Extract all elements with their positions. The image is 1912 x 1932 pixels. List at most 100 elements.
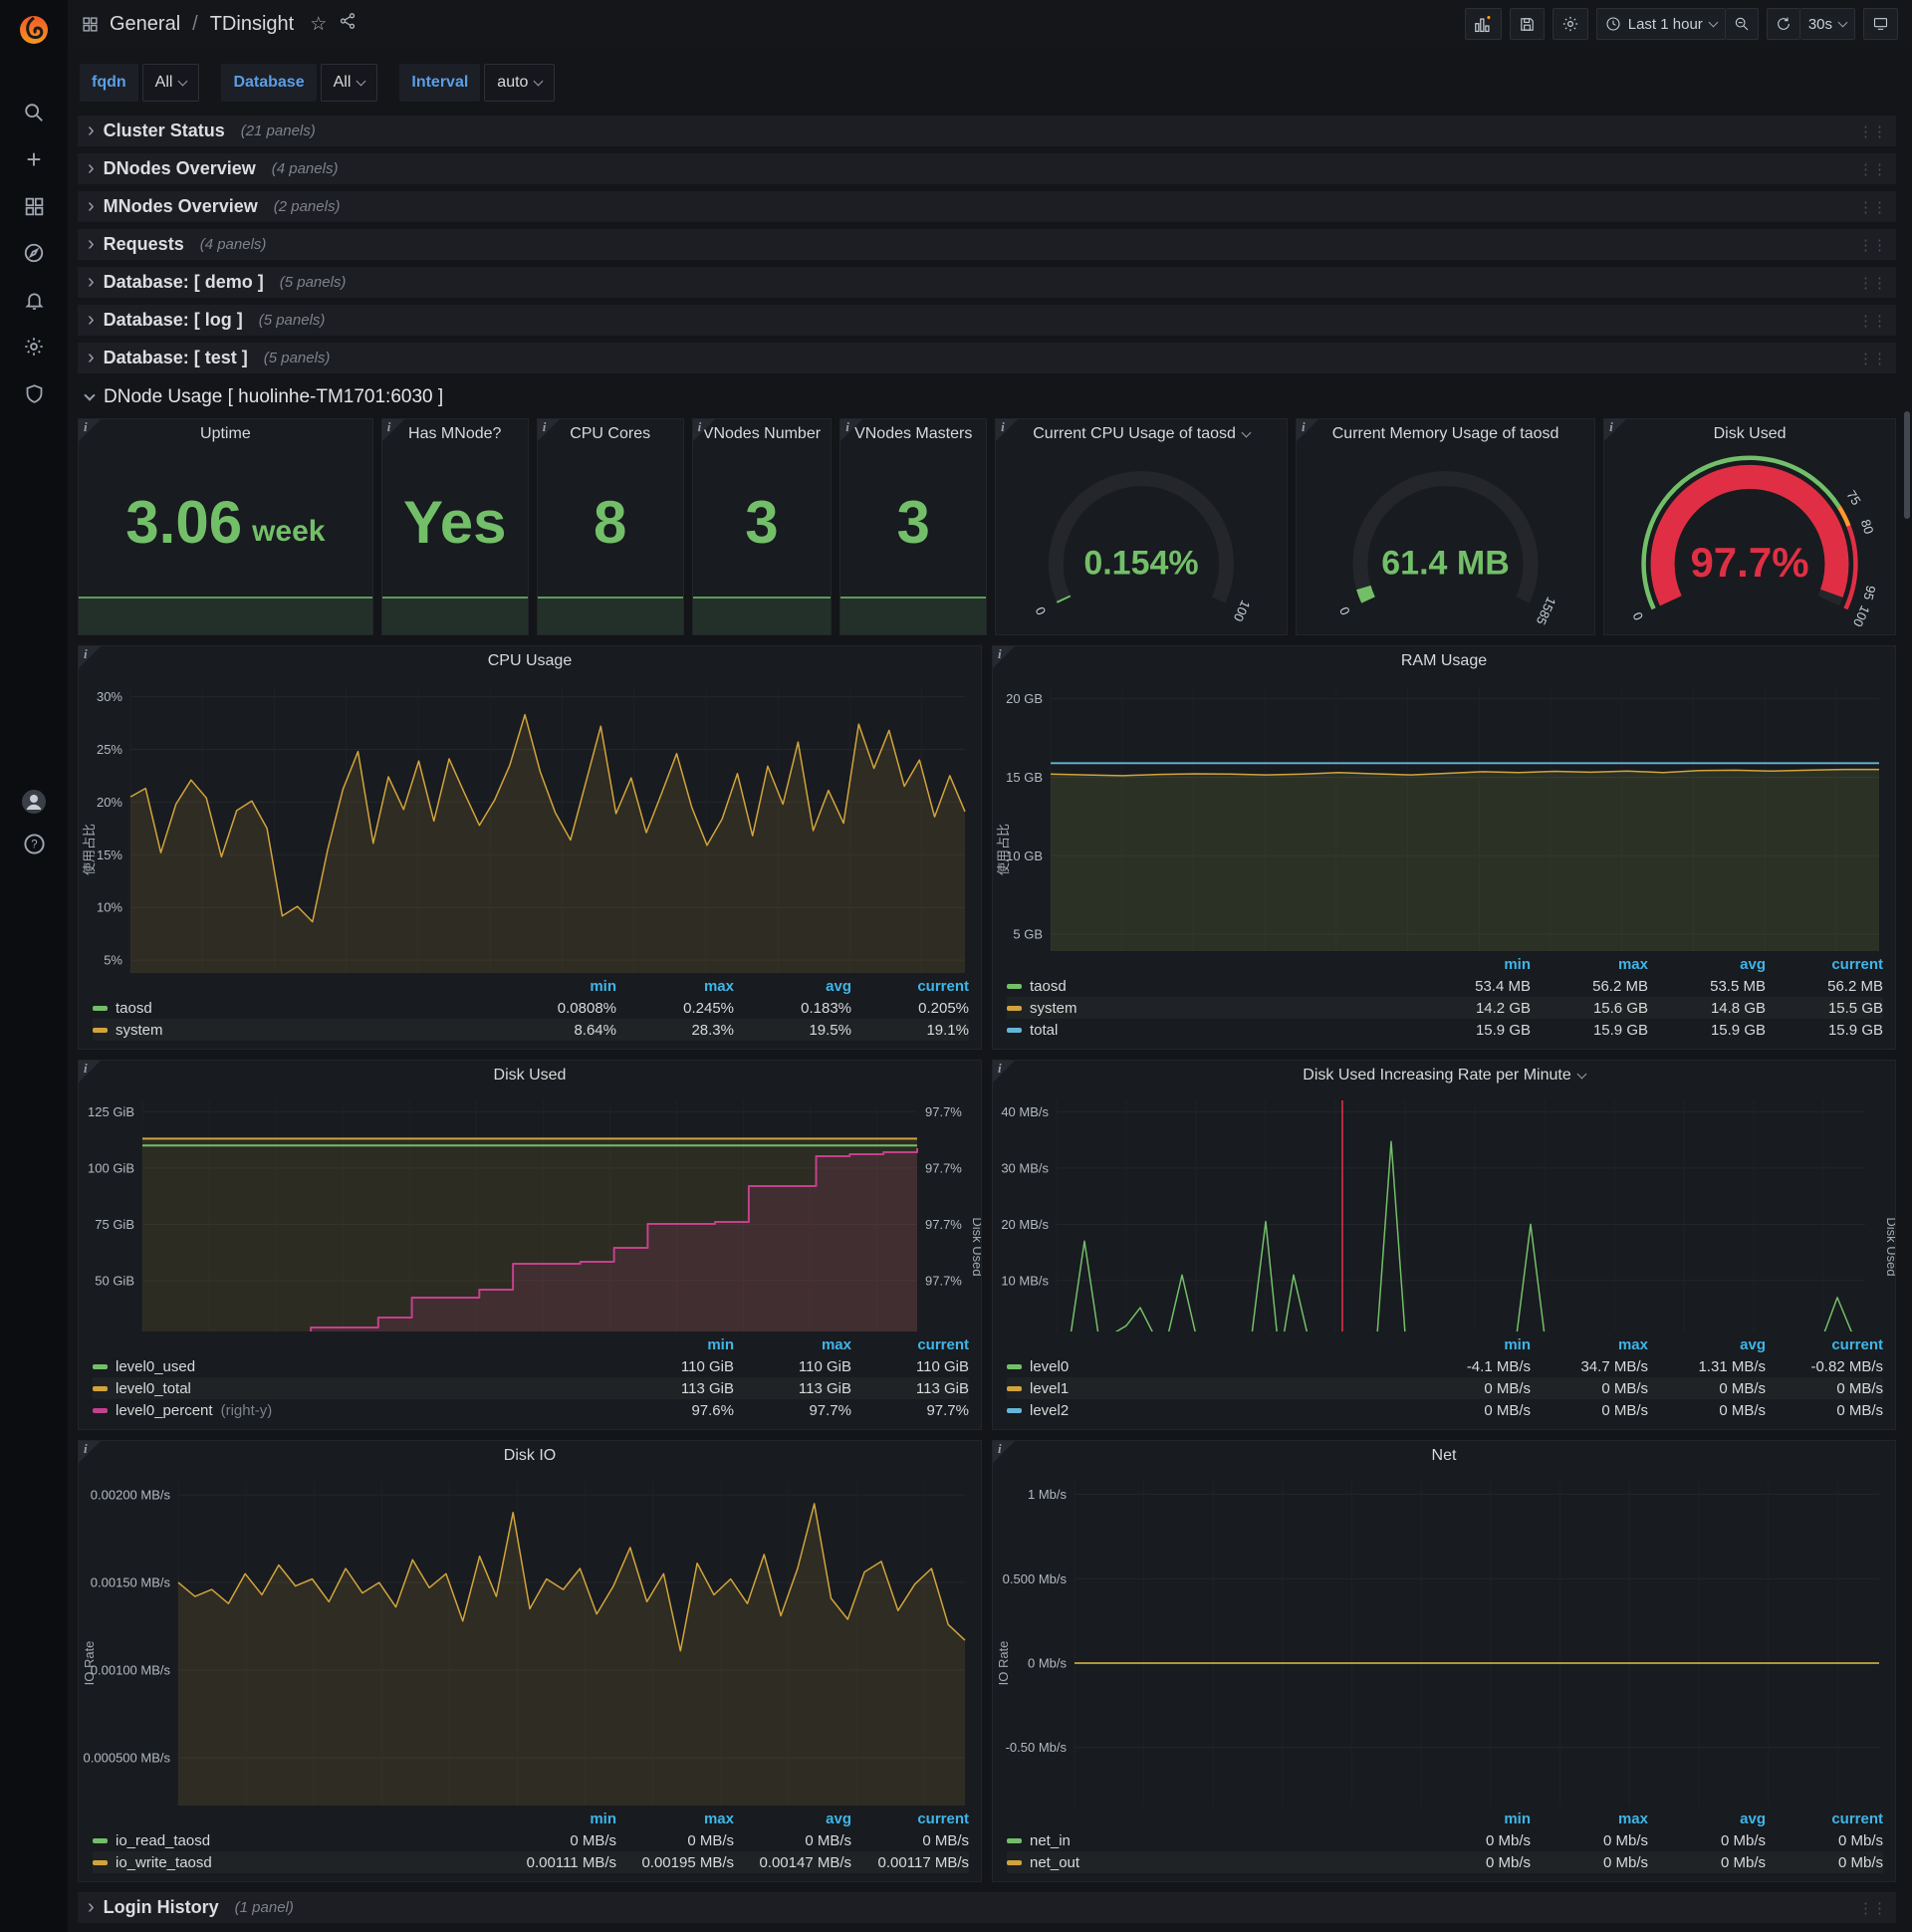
alerting-bell-icon[interactable] (21, 287, 47, 313)
refresh-button[interactable] (1766, 8, 1800, 40)
legend-series-toggle[interactable]: net_in (1007, 1832, 1413, 1849)
server-admin-shield-icon[interactable] (21, 380, 47, 406)
net-chart[interactable]: 1 Mb/s 0.500 Mb/s 0 Mb/s -0.50 Mb/s -1 Mb/s 0… (993, 1471, 1895, 1806)
ram-usage-chart[interactable]: 20 GB 15 GB 10 GB 5 GB 0 MB 01:00 01:05 01:10 01… (993, 676, 1895, 951)
cpu-usage-chart[interactable]: 30% 25% 20% 15% 10% 5% 0% 01:00 01:05 01:10 01:15 0… (79, 676, 981, 973)
variable-value-dropdown[interactable]: All (141, 64, 200, 102)
panel-info-icon[interactable]: i (993, 1441, 1015, 1463)
legend-series-toggle[interactable]: system (1007, 1000, 1413, 1017)
row-database-log[interactable]: › Database: [ log ] (5 panels) ⋮⋮ (78, 305, 1896, 336)
legend-series-toggle[interactable]: io_write_taosd (93, 1854, 499, 1871)
legend-col-current[interactable]: current (851, 978, 969, 995)
legend-series-toggle[interactable]: level1 (1007, 1380, 1413, 1397)
disk-increase-chart[interactable]: 40 MB/s 30 MB/s 20 MB/s 10 MB/s 0 MB/s -10 MB… (993, 1090, 1895, 1331)
legend-col-max[interactable]: max (734, 1336, 851, 1353)
panel-info-icon[interactable]: i (79, 419, 101, 441)
panel-info-icon[interactable]: i (1297, 419, 1318, 441)
row-drag-handle[interactable]: ⋮⋮ (1858, 122, 1887, 140)
cpu-usage-gauge[interactable]: 0 100 0.154% (996, 449, 1287, 634)
panel-info-icon[interactable]: i (840, 419, 863, 441)
add-panel-button[interactable] (1464, 8, 1502, 40)
help-icon[interactable]: ? (21, 831, 47, 856)
share-icon[interactable] (339, 12, 357, 36)
configuration-gear-icon[interactable] (21, 334, 47, 360)
panel-menu-chevron-icon[interactable] (1576, 1069, 1587, 1080)
panel-menu-chevron-icon[interactable] (1241, 427, 1252, 438)
panel-info-icon[interactable]: i (993, 646, 1015, 668)
row-drag-handle[interactable]: ⋮⋮ (1858, 160, 1887, 178)
legend-series-toggle[interactable]: level0_percent (right-y) (93, 1402, 616, 1419)
legend-col-min[interactable]: min (616, 1336, 734, 1353)
legend-col-min[interactable]: min (1413, 1336, 1531, 1353)
panel-info-icon[interactable]: i (381, 419, 404, 441)
panel-title[interactable]: Uptime (79, 419, 372, 449)
grafana-logo-icon[interactable] (12, 8, 56, 52)
panel-info-icon[interactable]: i (996, 419, 1019, 441)
row-requests[interactable]: › Requests (4 panels) ⋮⋮ (78, 229, 1896, 260)
legend-series-toggle[interactable]: total (1007, 1022, 1413, 1039)
legend-col-min[interactable]: min (1413, 956, 1531, 973)
row-drag-handle[interactable]: ⋮⋮ (1858, 198, 1887, 216)
panel-info-icon[interactable]: i (692, 419, 715, 441)
create-plus-icon[interactable]: + (21, 144, 47, 174)
legend-series-toggle[interactable]: level0_total (93, 1380, 616, 1397)
legend-series-toggle[interactable]: io_read_taosd (93, 1832, 499, 1849)
legend-series-toggle[interactable]: taosd (1007, 978, 1413, 995)
user-avatar[interactable] (21, 789, 47, 815)
legend-col-max[interactable]: max (616, 978, 734, 995)
legend-col-min[interactable]: min (499, 978, 616, 995)
disk-used-gauge[interactable]: 0 75 80 95 100 97.7% (1604, 449, 1895, 634)
legend-col-current[interactable]: current (1766, 956, 1883, 973)
row-drag-handle[interactable]: ⋮⋮ (1858, 350, 1887, 367)
legend-col-min[interactable]: min (1413, 1811, 1531, 1827)
variable-label[interactable]: Interval (399, 64, 481, 102)
panel-title[interactable]: Net (993, 1441, 1895, 1471)
variable-label[interactable]: Database (221, 64, 317, 102)
legend-col-max[interactable]: max (1531, 1811, 1648, 1827)
panel-title[interactable]: Disk Used (79, 1061, 981, 1090)
row-drag-handle[interactable]: ⋮⋮ (1858, 1899, 1887, 1917)
time-range-picker[interactable]: Last 1 hour (1595, 8, 1726, 40)
row-login-history[interactable]: › Login History (1 panel) ⋮⋮ (78, 1892, 1896, 1923)
legend-col-avg[interactable]: avg (1648, 956, 1766, 973)
explore-compass-icon[interactable] (21, 240, 47, 266)
legend-col-current[interactable]: current (1766, 1811, 1883, 1827)
row-drag-handle[interactable]: ⋮⋮ (1858, 312, 1887, 330)
legend-series-toggle[interactable]: net_out (1007, 1854, 1413, 1871)
panel-title[interactable]: CPU Usage (79, 646, 981, 676)
breadcrumb-section[interactable]: General (110, 13, 180, 36)
legend-col-current[interactable]: current (1766, 1336, 1883, 1353)
variable-value-dropdown[interactable]: auto (484, 64, 556, 102)
row-dnodes-overview[interactable]: › DNodes Overview (4 panels) ⋮⋮ (78, 153, 1896, 184)
panel-title[interactable]: Disk IO (79, 1441, 981, 1471)
legend-col-avg[interactable]: avg (734, 1811, 851, 1827)
disk-io-chart[interactable]: 0.00200 MB/s 0.00150 MB/s 0.00100 MB/s 0.00… (79, 1471, 981, 1806)
legend-series-toggle[interactable]: taosd (93, 1000, 499, 1017)
panel-info-icon[interactable]: i (79, 1061, 101, 1083)
disk-used-chart[interactable]: 125 GiB 97.7% 100 GiB 97.7% 75 GiB 97.7% 50 Gi… (79, 1090, 981, 1331)
cycle-view-mode-button[interactable] (1863, 8, 1898, 40)
row-drag-handle[interactable]: ⋮⋮ (1858, 274, 1887, 292)
scrollbar-thumb[interactable] (1904, 411, 1910, 519)
legend-col-current[interactable]: current (851, 1811, 969, 1827)
row-database-demo[interactable]: › Database: [ demo ] (5 panels) ⋮⋮ (78, 267, 1896, 298)
memory-usage-gauge[interactable]: 0 1585 61.4 MB (1297, 449, 1594, 634)
row-drag-handle[interactable]: ⋮⋮ (1858, 236, 1887, 254)
save-dashboard-button[interactable] (1509, 8, 1545, 40)
favorite-star-icon[interactable]: ☆ (310, 13, 327, 36)
legend-col-max[interactable]: max (1531, 956, 1648, 973)
panel-info-icon[interactable]: i (79, 1441, 101, 1463)
panel-title[interactable]: RAM Usage (993, 646, 1895, 676)
legend-col-max[interactable]: max (616, 1811, 734, 1827)
legend-col-avg[interactable]: avg (734, 978, 851, 995)
legend-series-toggle[interactable]: level0_used (93, 1358, 616, 1375)
panel-info-icon[interactable]: i (537, 419, 560, 441)
panel-info-icon[interactable]: i (79, 646, 101, 668)
search-icon[interactable] (21, 100, 47, 125)
row-cluster-status[interactable]: › Cluster Status (21 panels) ⋮⋮ (78, 116, 1896, 146)
legend-col-avg[interactable]: avg (1648, 1336, 1766, 1353)
legend-col-avg[interactable]: avg (1648, 1811, 1766, 1827)
panel-title[interactable]: Disk Used (1604, 419, 1895, 449)
legend-col-max[interactable]: max (1531, 1336, 1648, 1353)
panel-info-icon[interactable]: i (993, 1061, 1015, 1083)
